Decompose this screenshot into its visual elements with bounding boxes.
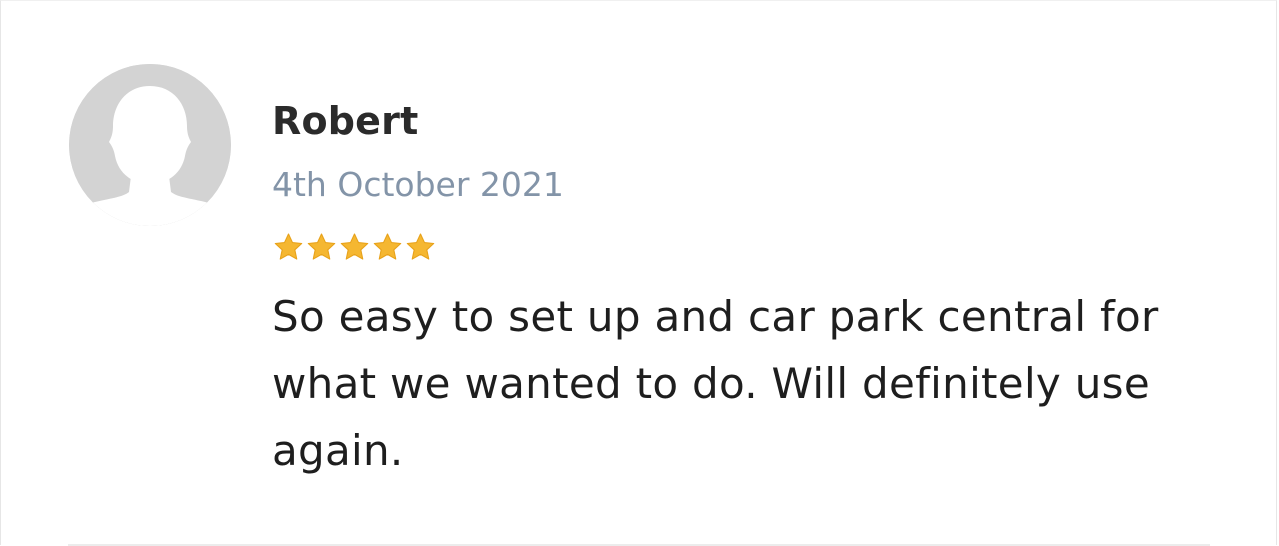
reviewer-name: Robert [272,99,419,143]
review-date: 4th October 2021 [272,165,564,204]
review-text: So easy to set up and car park central f… [272,292,1159,475]
star-icon [373,233,402,260]
star-rating [272,231,437,265]
star-icon [274,233,303,260]
review-card: Robert 4th October 2021 So easy to set u… [0,0,1277,545]
avatar [69,64,231,226]
star-icon [406,233,435,260]
user-silhouette-icon [69,64,231,226]
star-icon [307,233,336,260]
star-icon [340,233,369,260]
